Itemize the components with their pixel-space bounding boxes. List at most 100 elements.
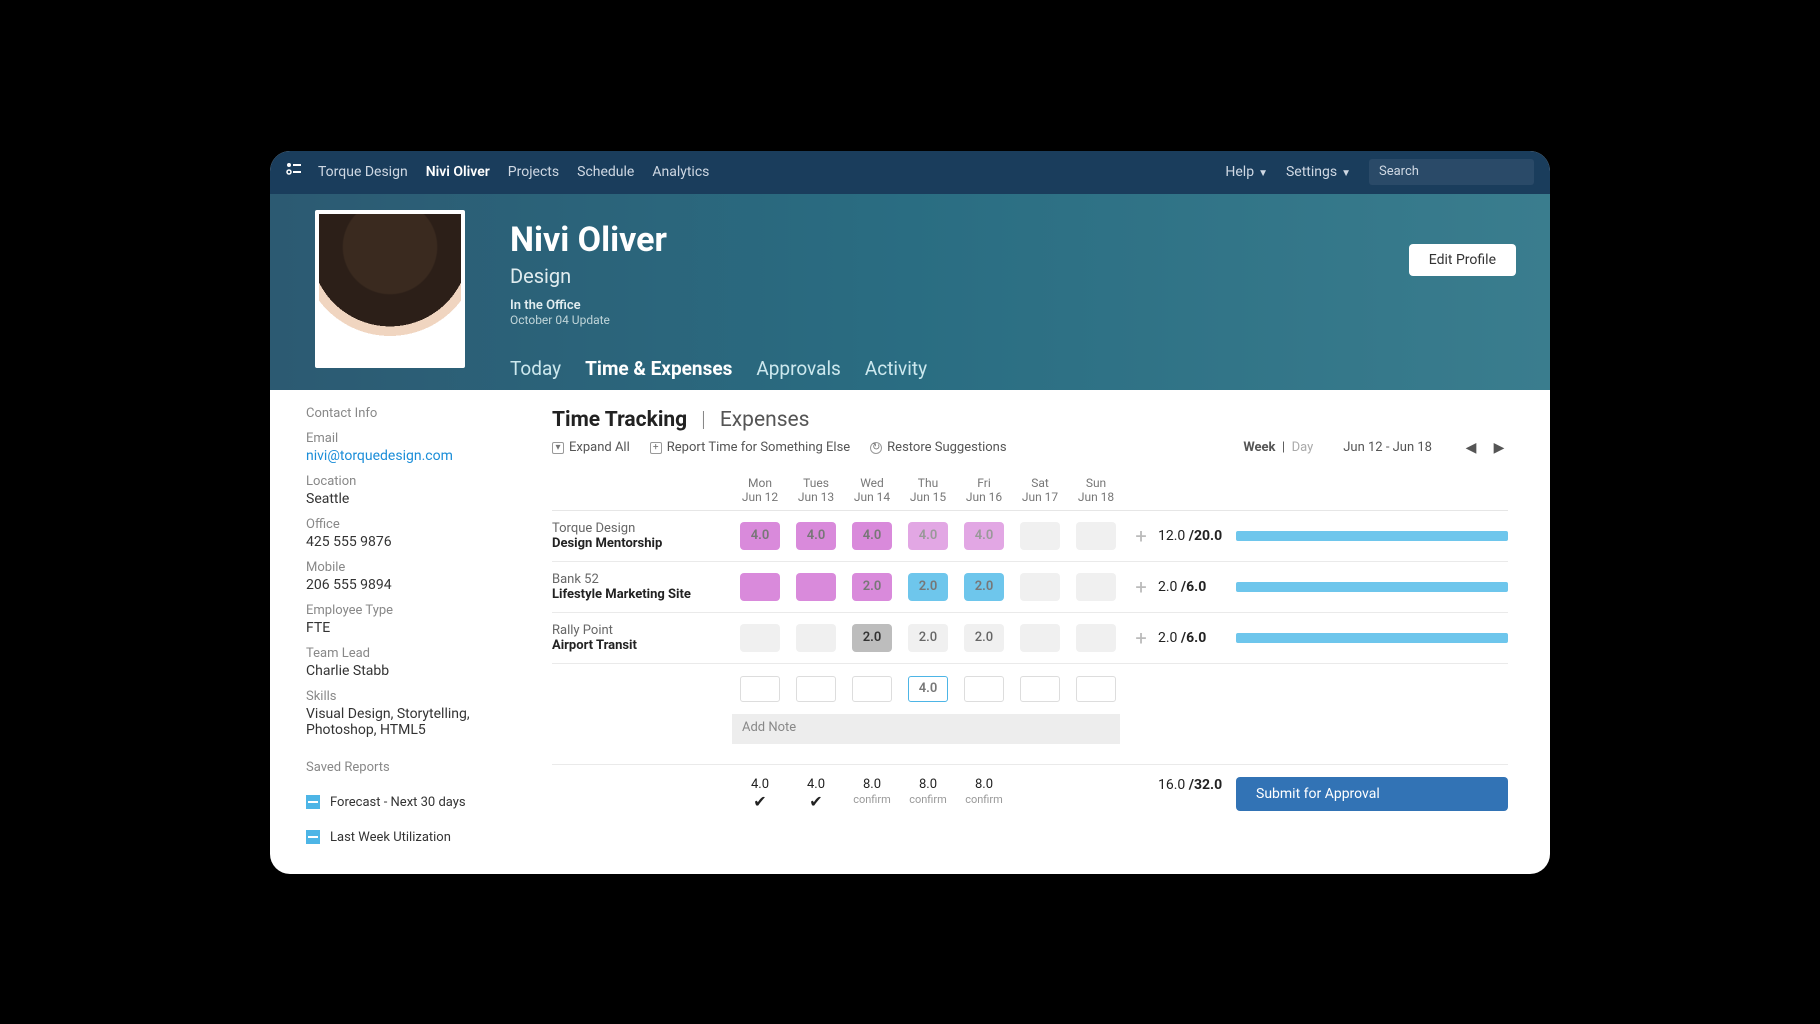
field-label: Mobile	[306, 560, 488, 575]
time-input[interactable]	[964, 676, 1004, 702]
time-cell[interactable]: 2.0	[908, 624, 948, 652]
top-nav: Torque Design Nivi Oliver Projects Schedule…	[318, 164, 1225, 180]
contact-title: Contact Info	[306, 406, 488, 421]
progress-bar	[1236, 582, 1508, 592]
day-header: SunJun 18	[1068, 476, 1124, 504]
time-input[interactable]	[852, 676, 892, 702]
row-total: 2.0 /6.0	[1158, 579, 1236, 595]
time-cell[interactable]: 4.0	[852, 522, 892, 550]
field-label: Team Lead	[306, 646, 488, 661]
help-menu[interactable]: Help▼	[1225, 164, 1268, 180]
time-cell[interactable]: 2.0	[852, 624, 892, 652]
time-input[interactable]	[796, 676, 836, 702]
day-total: 4.0✔	[732, 777, 788, 811]
day-total: 8.0confirm	[900, 777, 956, 807]
day-header: WedJun 14	[844, 476, 900, 504]
time-row: Torque DesignDesign Mentorship 4.0 4.0 4.0 4…	[552, 511, 1508, 562]
add-cell-button[interactable]: +	[1124, 575, 1158, 599]
nav-item[interactable]: Schedule	[577, 164, 634, 180]
day-total: 8.0confirm	[844, 777, 900, 807]
time-row: Rally PointAirport Transit 2.0 2.0 2.0 +2.0 …	[552, 613, 1508, 664]
view-week[interactable]: Week	[1243, 440, 1275, 455]
profile-tab[interactable]: Today	[510, 357, 561, 380]
report-item[interactable]: Last Week Utilization	[306, 820, 488, 855]
time-cell[interactable]	[1076, 573, 1116, 601]
profile-tab[interactable]: Activity	[865, 357, 927, 380]
time-input[interactable]	[1020, 676, 1060, 702]
view-day[interactable]: Day	[1292, 440, 1314, 455]
time-input[interactable]	[1076, 676, 1116, 702]
time-input[interactable]: 4.0	[908, 676, 948, 702]
progress-bar	[1236, 531, 1508, 541]
field-value: 425 555 9876	[306, 534, 488, 550]
time-cell[interactable]	[1076, 522, 1116, 550]
time-cell[interactable]: 2.0	[964, 624, 1004, 652]
nav-item[interactable]: Projects	[508, 164, 559, 180]
time-cell[interactable]: 4.0	[908, 522, 948, 550]
grand-total: 16.0 /32.0	[1158, 777, 1236, 793]
time-cell[interactable]	[1020, 522, 1060, 550]
report-icon	[306, 795, 320, 809]
time-input[interactable]	[740, 676, 780, 702]
time-cell[interactable]: 4.0	[796, 522, 836, 550]
main-tabs: Time Tracking | Expenses	[552, 408, 1508, 432]
field-label: Location	[306, 474, 488, 489]
time-cell[interactable]	[796, 624, 836, 652]
time-cell[interactable]	[740, 624, 780, 652]
profile-status-date: October 04 Update	[510, 313, 1550, 327]
plus-icon: +	[650, 442, 662, 454]
edit-profile-button[interactable]: Edit Profile	[1409, 244, 1516, 276]
profile-status: In the Office	[510, 298, 1550, 313]
search-input[interactable]: Search	[1369, 159, 1534, 185]
time-cell[interactable]: 4.0	[964, 522, 1004, 550]
field-value[interactable]: nivi@torquedesign.com	[306, 448, 488, 464]
profile-tab[interactable]: Time & Expenses	[585, 357, 732, 380]
row-total: 2.0 /6.0	[1158, 630, 1236, 646]
nav-item[interactable]: Nivi Oliver	[426, 164, 490, 180]
date-range: Jun 12 - Jun 18	[1343, 440, 1432, 455]
app-logo-icon	[286, 162, 302, 182]
day-total: 8.0confirm	[956, 777, 1012, 807]
field-value: Visual Design, Storytelling, Photoshop, …	[306, 706, 488, 738]
avatar	[315, 210, 465, 368]
field-label: Email	[306, 431, 488, 446]
profile-tab[interactable]: Approvals	[756, 357, 841, 380]
add-cell-button[interactable]: +	[1124, 524, 1158, 548]
time-cell[interactable]: 4.0	[740, 522, 780, 550]
report-else-button[interactable]: +Report Time for Something Else	[650, 440, 850, 455]
project-label[interactable]: Bank 52Lifestyle Marketing Site	[552, 572, 732, 602]
project-label[interactable]: Rally PointAirport Transit	[552, 623, 732, 653]
tab-time-tracking[interactable]: Time Tracking	[552, 408, 687, 432]
time-row: Bank 52Lifestyle Marketing Site 2.0 2.0 2.0…	[552, 562, 1508, 613]
tab-expenses[interactable]: Expenses	[720, 408, 810, 432]
profile-name: Nivi Oliver	[510, 220, 1550, 260]
field-value: Seattle	[306, 491, 488, 507]
submit-approval-button[interactable]: Submit for Approval	[1236, 777, 1508, 811]
project-label[interactable]: Torque DesignDesign Mentorship	[552, 521, 732, 551]
time-cell[interactable]	[740, 573, 780, 601]
add-cell-button[interactable]: +	[1124, 626, 1158, 650]
nav-item[interactable]: Analytics	[652, 164, 709, 180]
next-week-button[interactable]: ▶	[1490, 440, 1508, 456]
field-label: Employee Type	[306, 603, 488, 618]
report-item[interactable]: Forecast - Next 30 days	[306, 785, 488, 820]
field-value: 206 555 9894	[306, 577, 488, 593]
settings-menu[interactable]: Settings▼	[1286, 164, 1351, 180]
time-cell[interactable]	[1076, 624, 1116, 652]
restore-suggestions-button[interactable]: ↻Restore Suggestions	[870, 440, 1006, 455]
time-cell[interactable]	[1020, 624, 1060, 652]
time-cell[interactable]	[1020, 573, 1060, 601]
field-label: Office	[306, 517, 488, 532]
time-cell[interactable]: 2.0	[964, 573, 1004, 601]
nav-item[interactable]: Torque Design	[318, 164, 408, 180]
day-header: FriJun 16	[956, 476, 1012, 504]
expand-all-button[interactable]: ▾Expand All	[552, 440, 630, 455]
time-cell[interactable]: 2.0	[852, 573, 892, 601]
profile-hero: Nivi Oliver Design In the Office October…	[270, 194, 1550, 390]
add-note-input[interactable]: Add Note	[732, 714, 1120, 744]
time-cell[interactable]	[796, 573, 836, 601]
field-label: Skills	[306, 689, 488, 704]
day-header: SatJun 17	[1012, 476, 1068, 504]
time-cell[interactable]: 2.0	[908, 573, 948, 601]
prev-week-button[interactable]: ◀	[1462, 440, 1480, 456]
